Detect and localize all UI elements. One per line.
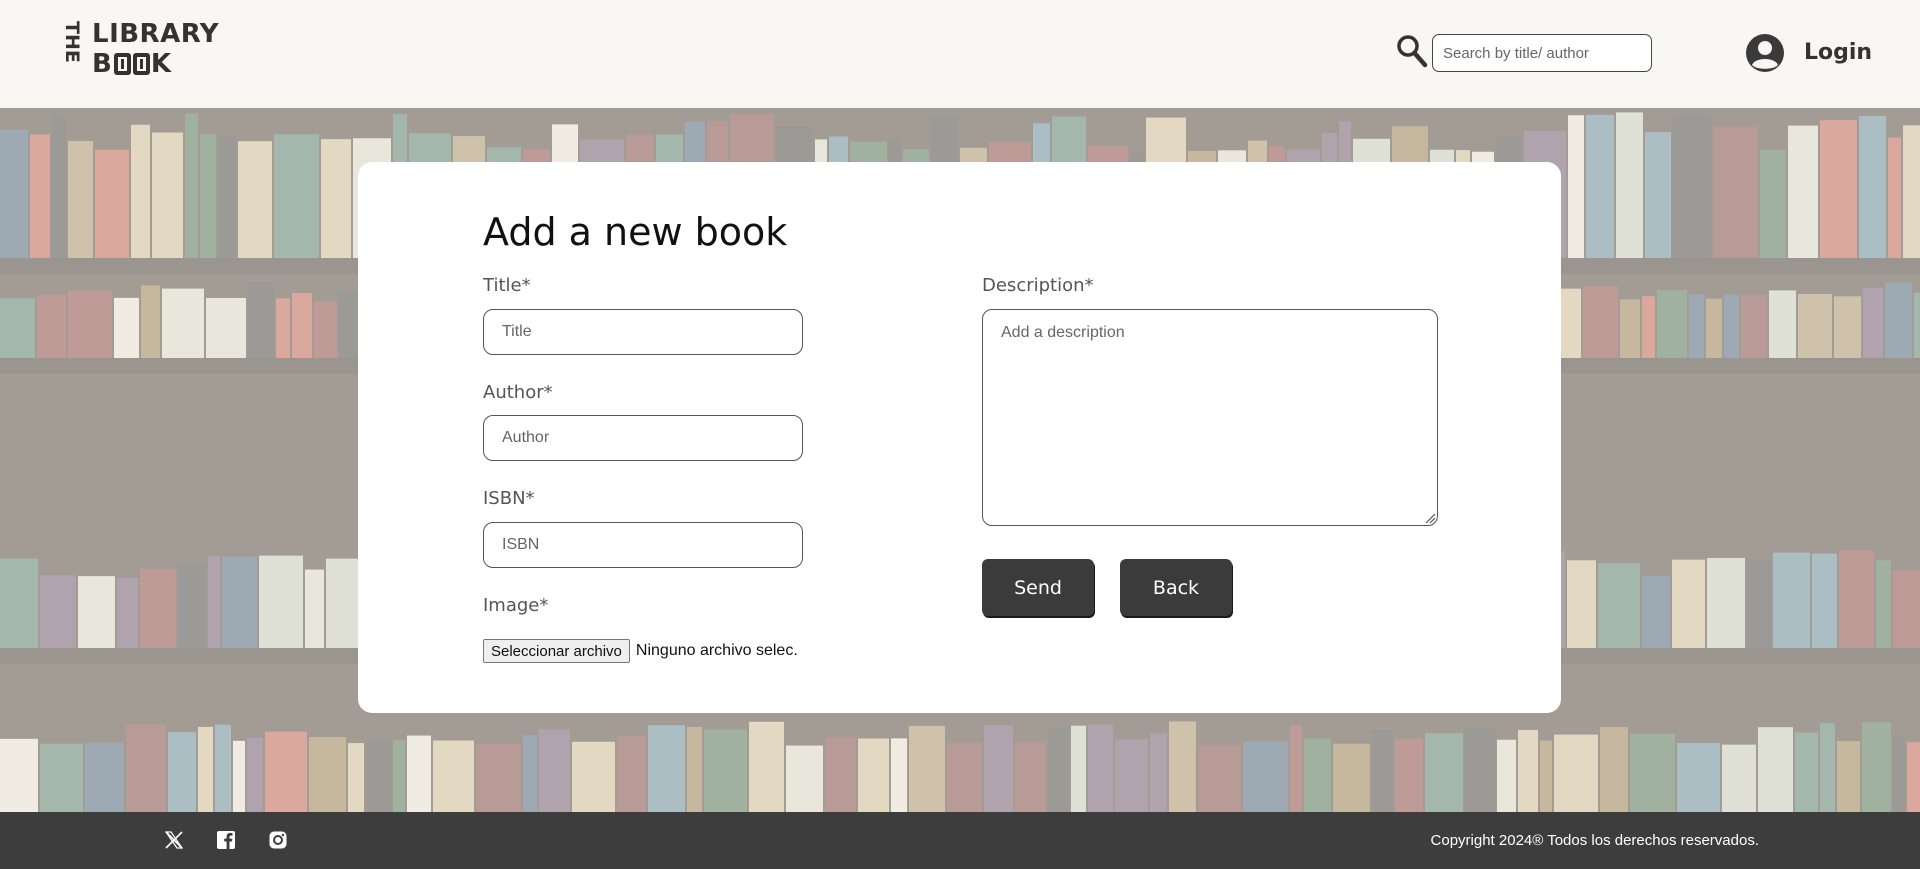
copyright-text: Copyright 2024® Todos los derechos reser… bbox=[1430, 832, 1759, 849]
back-button[interactable]: Back bbox=[1120, 559, 1232, 616]
logo-book-text: BK bbox=[92, 49, 172, 79]
search-input[interactable] bbox=[1432, 34, 1652, 72]
book-o-icon bbox=[132, 53, 150, 75]
site-footer: Copyright 2024® Todos los derechos reser… bbox=[0, 812, 1920, 869]
isbn-label: ISBN* bbox=[483, 488, 535, 509]
search-icon[interactable] bbox=[1396, 34, 1428, 68]
add-book-card: Add a new book Title* Author* ISBN* Imag… bbox=[358, 162, 1561, 713]
site-header: THE LIBRARY BK Login bbox=[0, 0, 1920, 108]
description-textarea[interactable] bbox=[982, 309, 1438, 526]
resize-handle-icon[interactable] bbox=[1424, 512, 1436, 524]
image-label: Image* bbox=[483, 595, 549, 616]
site-logo[interactable]: THE LIBRARY BK bbox=[61, 19, 222, 80]
user-avatar-icon[interactable] bbox=[1745, 33, 1785, 73]
logo-library-text: LIBRARY bbox=[92, 19, 220, 49]
logo-the: THE bbox=[61, 21, 83, 63]
description-label: Description* bbox=[982, 275, 1094, 296]
title-input[interactable] bbox=[483, 309, 803, 355]
title-label: Title* bbox=[483, 275, 531, 296]
send-button[interactable]: Send bbox=[982, 559, 1094, 616]
x-icon[interactable] bbox=[163, 829, 185, 851]
author-input[interactable] bbox=[483, 415, 803, 461]
facebook-icon[interactable] bbox=[215, 829, 237, 851]
image-file-picker: Seleccionar archivo Ninguno archivo sele… bbox=[483, 639, 798, 663]
instagram-icon[interactable] bbox=[267, 829, 289, 851]
isbn-input[interactable] bbox=[483, 522, 803, 568]
book-o-icon bbox=[113, 53, 131, 75]
page-title: Add a new book bbox=[483, 210, 788, 254]
choose-file-button[interactable]: Seleccionar archivo bbox=[483, 639, 630, 663]
file-status-text: Ninguno archivo selec. bbox=[635, 642, 798, 659]
login-link[interactable]: Login bbox=[1804, 40, 1872, 65]
author-label: Author* bbox=[483, 382, 553, 403]
